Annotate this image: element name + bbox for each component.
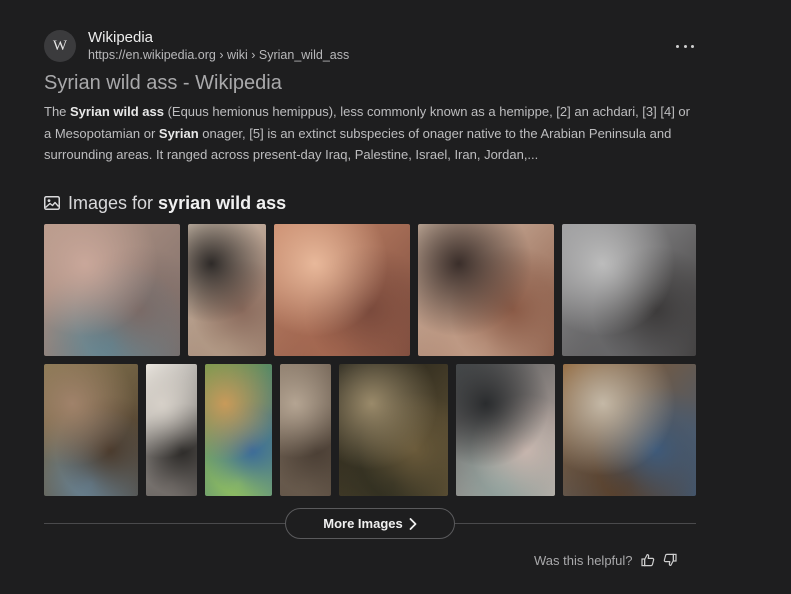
image-thumbnail-7[interactable]	[146, 364, 197, 496]
thumbs-up-icon[interactable]	[640, 553, 655, 567]
image-thumbnail-2[interactable]	[188, 224, 266, 356]
result-title[interactable]: Syrian wild ass - Wikipedia	[44, 71, 696, 95]
images-query: syrian wild ass	[158, 192, 287, 213]
chevron-right-icon	[409, 517, 417, 530]
result-source[interactable]: W Wikipedia https://en.wikipedia.org › w…	[44, 29, 696, 63]
feedback-label: Was this helpful?	[534, 552, 633, 568]
site-name: Wikipedia	[88, 29, 154, 46]
wikipedia-favicon-icon: W	[44, 30, 76, 62]
image-thumbnail-10[interactable]	[339, 364, 448, 496]
image-thumbnail-8[interactable]	[205, 364, 272, 496]
images-section-header[interactable]: Images for syrian wild ass	[44, 191, 286, 215]
site-url[interactable]: https://en.wikipedia.org › wiki › Syrian…	[88, 47, 349, 63]
snippet-bold-2: Syrian	[158, 125, 199, 141]
image-thumbnail-1[interactable]	[44, 224, 180, 356]
image-icon	[44, 196, 60, 210]
images-label: Images for	[68, 192, 154, 213]
more-images-button[interactable]: More Images	[285, 508, 455, 539]
image-thumbnail-5[interactable]	[562, 224, 696, 356]
more-images-label: More Images	[323, 516, 403, 531]
image-thumbnail-4[interactable]	[418, 224, 554, 356]
search-result: W Wikipedia https://en.wikipedia.org › w…	[44, 29, 696, 166]
image-thumbnail-6[interactable]	[44, 364, 138, 496]
image-thumbnail-9[interactable]	[280, 364, 331, 496]
image-thumbnail-11[interactable]	[456, 364, 555, 496]
source-text: Wikipedia https://en.wikipedia.org › wik…	[88, 29, 349, 63]
image-thumbnail-12[interactable]	[563, 364, 696, 496]
image-thumbnail-3[interactable]	[274, 224, 410, 356]
snippet-text-1: The	[44, 104, 71, 119]
feedback: Was this helpful?	[534, 551, 677, 569]
snippet-bold-1: Syrian wild ass	[70, 104, 164, 119]
result-snippet: The Syrian wild ass (Equus hemionus hemi…	[44, 101, 696, 166]
more-options-icon[interactable]	[674, 36, 696, 56]
thumbs-down-icon[interactable]	[663, 553, 677, 567]
